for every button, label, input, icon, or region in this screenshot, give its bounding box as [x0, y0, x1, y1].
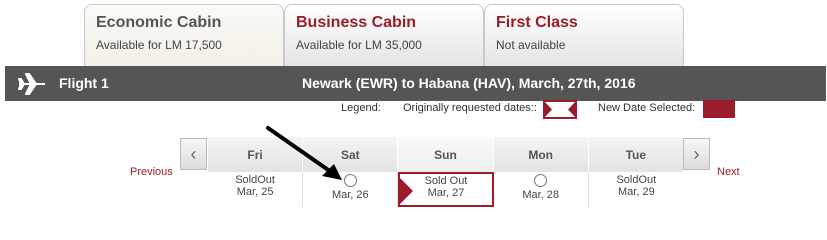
legend-original-label: Originally requested dates::: [403, 102, 537, 114]
tab-title: Economic Cabin: [96, 14, 222, 31]
chevron-left-icon: ‹: [190, 143, 197, 164]
day-cell: Mar, 28: [494, 172, 589, 207]
previous-button[interactable]: ‹: [180, 138, 207, 170]
legend-original-swatch: [543, 100, 577, 119]
tab-subtitle: Not available: [496, 38, 566, 52]
previous-link[interactable]: Previous: [130, 166, 173, 178]
cabin-tabs: Economic Cabin Available for LM 17,500 B…: [84, 4, 684, 66]
chevron-right-icon: ›: [693, 143, 700, 164]
day-name: Mon: [493, 137, 589, 172]
day-name: Sun: [398, 137, 494, 172]
day-sun: Sun Sold Out Mar, 27: [398, 137, 494, 207]
day-mon: Mon Mar, 28: [493, 137, 589, 207]
annotation-arrow-icon: [266, 126, 342, 180]
legend-label: Legend:: [341, 102, 381, 114]
legend-triangle-icon: [545, 102, 575, 117]
tab-title: Business Cabin: [296, 14, 417, 31]
legend-new-label: New Date Selected:: [598, 102, 696, 114]
airplane-icon: [18, 73, 45, 95]
flight-label: Flight 1: [59, 75, 109, 91]
tab-business-cabin[interactable]: Business Cabin Available for LM 35,000: [284, 4, 484, 66]
day-cell-selected[interactable]: Sold Out Mar, 27: [398, 172, 494, 207]
tab-subtitle: Available for LM 17,500: [96, 38, 222, 52]
day-tue: Tue SoldOut Mar, 29: [588, 137, 684, 207]
tab-first-class[interactable]: First Class Not available: [484, 4, 684, 66]
day-date: Mar, 26: [331, 189, 369, 201]
day-status: SoldOut: [616, 174, 657, 186]
next-button[interactable]: ›: [683, 138, 710, 170]
selected-marker-icon: [400, 178, 414, 204]
flight-header: Flight 1 Newark (EWR) to Habana (HAV), M…: [5, 66, 826, 101]
day-date: Mar, 28: [522, 189, 559, 201]
next-link[interactable]: Next: [717, 166, 740, 178]
tab-title: First Class: [496, 14, 578, 31]
day-date: Mar, 25: [236, 186, 274, 198]
day-cell: SoldOut Mar, 29: [589, 172, 684, 207]
date-radio[interactable]: [534, 174, 548, 187]
day-status: Sold Out: [424, 175, 468, 187]
day-date: Mar, 27: [427, 187, 465, 199]
legend-new-swatch: [703, 100, 735, 118]
tab-economic-cabin[interactable]: Economic Cabin Available for LM 17,500: [84, 4, 284, 66]
tab-subtitle: Available for LM 35,000: [296, 38, 422, 52]
flight-route: Newark (EWR) to Habana (HAV), March, 27t…: [302, 75, 636, 91]
day-name: Tue: [588, 137, 684, 172]
day-date: Mar, 29: [618, 186, 655, 198]
